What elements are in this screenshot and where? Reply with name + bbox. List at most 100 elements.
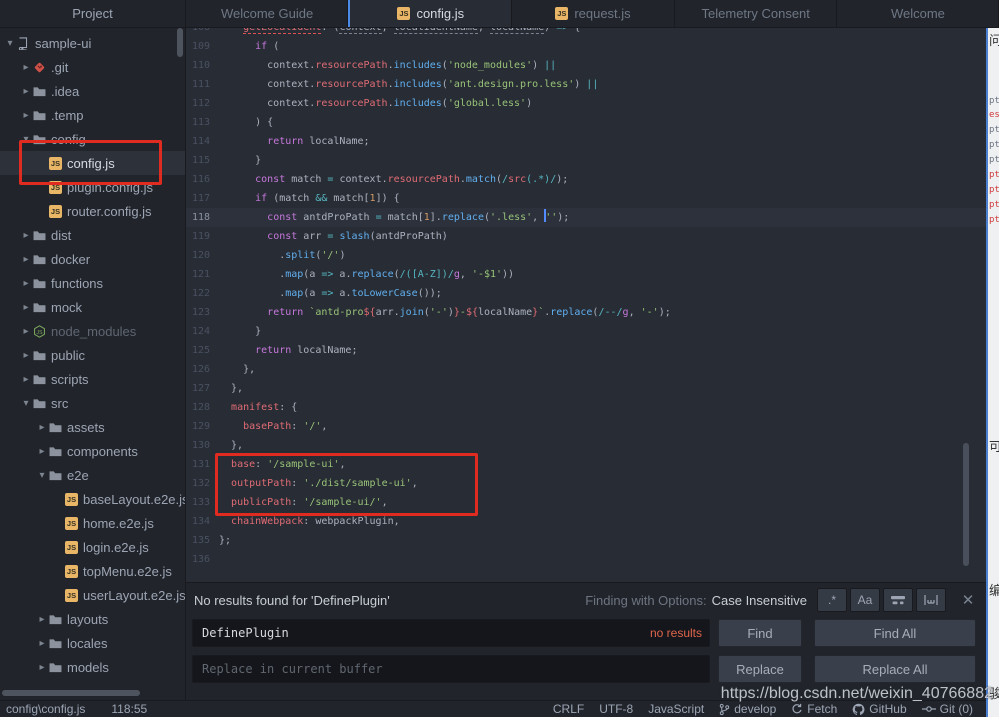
tree-item-topmenu-e2e-js[interactable]: JS topMenu.e2e.js <box>0 559 185 583</box>
tab-telemetry-consent[interactable]: Telemetry Consent <box>675 0 837 27</box>
status-git-0[interactable]: Git (0) <box>921 702 973 716</box>
sync-icon <box>791 703 803 715</box>
chevron-down-icon[interactable]: ▾ <box>19 398 33 409</box>
status-fetch[interactable]: Fetch <box>791 702 837 716</box>
chevron-right-icon[interactable]: ▸ <box>35 638 49 649</box>
replace-all-button[interactable]: Replace All <box>814 655 976 683</box>
status-crlf[interactable]: CRLF <box>553 702 584 716</box>
tree-item-functions[interactable]: ▸ functions <box>0 271 185 295</box>
background-text-fragment: pt <box>989 140 999 150</box>
find-input[interactable] <box>192 619 710 647</box>
tree-item-scripts[interactable]: ▸ scripts <box>0 367 185 391</box>
replace-input[interactable] <box>192 655 710 683</box>
close-icon[interactable]: ✕ <box>958 591 978 609</box>
chevron-right-icon[interactable]: ▸ <box>19 374 33 385</box>
line-number: 112 <box>191 98 210 109</box>
chevron-right-icon[interactable]: ▸ <box>19 110 33 121</box>
tree-item-login-e2e-js[interactable]: JS login.e2e.js <box>0 535 185 559</box>
tree-item-node-modules[interactable]: ▸ JS node_modules <box>0 319 185 343</box>
chevron-right-icon[interactable]: ▸ <box>35 446 49 457</box>
folder-icon <box>33 302 50 313</box>
chevron-right-icon[interactable]: ▸ <box>19 350 33 361</box>
line-number: 113 <box>191 117 210 128</box>
tree-item-public[interactable]: ▸ public <box>0 343 185 367</box>
find-button[interactable]: Find <box>718 619 802 647</box>
chevron-right-icon[interactable]: ▸ <box>35 614 49 625</box>
chevron-right-icon[interactable]: ▸ <box>19 254 33 265</box>
tree-item-baselayout-e2e-js[interactable]: JS baseLayout.e2e.js <box>0 487 185 511</box>
tab-label: Welcome <box>890 6 945 21</box>
tree-item-router-config-js[interactable]: JS router.config.js <box>0 199 185 223</box>
tree-item-locales[interactable]: ▸ locales <box>0 631 185 655</box>
tree-item-models[interactable]: ▸ models <box>0 655 185 679</box>
status-javascript[interactable]: JavaScript <box>648 702 704 716</box>
tree-item-userlayout-e2e-js[interactable]: JS userLayout.e2e.js <box>0 583 185 607</box>
chevron-right-icon[interactable]: ▸ <box>19 302 33 313</box>
status-develop[interactable]: develop <box>719 702 776 716</box>
code-text: .map(a => a.toLowerCase()); <box>219 288 442 299</box>
tree-item-home-e2e-js[interactable]: JS home.e2e.js <box>0 511 185 535</box>
background-text-fragment: pt <box>989 200 999 210</box>
tree-item-idea[interactable]: ▸ .idea <box>0 79 185 103</box>
status-cursor-position[interactable]: 118:55 <box>111 702 147 716</box>
code-text: getLocalIdent: (context, localIdentName,… <box>219 28 580 37</box>
chevron-right-icon[interactable]: ▸ <box>35 662 49 673</box>
tree-item-layouts[interactable]: ▸ layouts <box>0 607 185 631</box>
chevron-down-icon[interactable]: ▾ <box>3 38 17 49</box>
tree-item-components[interactable]: ▸ components <box>0 439 185 463</box>
tree-item-label: layouts <box>67 611 109 627</box>
whole-word-option-button[interactable] <box>916 588 946 612</box>
code-text: .map(a => a.replace(/([A-Z])/g, '-$1')) <box>219 269 515 280</box>
find-status-row: No results found for 'DefinePlugin' Find… <box>186 583 986 617</box>
chevron-right-icon[interactable]: ▸ <box>19 230 33 241</box>
chevron-right-icon[interactable]: ▸ <box>35 422 49 433</box>
commit-icon <box>921 704 936 714</box>
code-text: if (match && match[1]) { <box>255 193 400 204</box>
line-number: 130 <box>191 440 210 451</box>
status-file-path[interactable]: config\config.js <box>6 702 85 716</box>
tree-item-temp[interactable]: ▸ .temp <box>0 103 185 127</box>
line-number: 127 <box>191 383 210 394</box>
tree-item-e2e[interactable]: ▾ e2e <box>0 463 185 487</box>
js-file-icon: JS <box>49 204 66 218</box>
line-number: 128 <box>191 402 210 413</box>
tab-welcome-guide[interactable]: Welcome Guide <box>186 0 349 27</box>
tab-welcome[interactable]: Welcome <box>837 0 999 27</box>
tab-config-js[interactable]: JS config.js <box>348 0 513 27</box>
code-line-128: 128 manifest: { <box>186 398 986 417</box>
replace-button[interactable]: Replace <box>718 655 802 683</box>
chevron-right-icon[interactable]: ▸ <box>19 278 33 289</box>
tree-vertical-scrollbar[interactable] <box>177 28 183 57</box>
chevron-right-icon[interactable]: ▸ <box>19 62 33 73</box>
status-item-label: GitHub <box>869 702 907 716</box>
chevron-right-icon[interactable]: ▸ <box>19 326 33 337</box>
line-number: 109 <box>191 41 210 52</box>
find-all-button[interactable]: Find All <box>814 619 976 647</box>
tree-horizontal-scrollbar[interactable] <box>2 690 140 696</box>
tree-item-mock[interactable]: ▸ mock <box>0 295 185 319</box>
line-number: 120 <box>191 250 210 261</box>
js-file-icon: JS <box>49 204 62 218</box>
tree-item-src[interactable]: ▾ src <box>0 391 185 415</box>
tree-item-dist[interactable]: ▸ dist <box>0 223 185 247</box>
status-utf-8[interactable]: UTF-8 <box>599 702 633 716</box>
chevron-right-icon[interactable]: ▸ <box>19 86 33 97</box>
code-line-135: 135}; <box>186 531 986 550</box>
status-github[interactable]: GitHub <box>852 702 907 716</box>
status-item-label: Git (0) <box>939 702 973 716</box>
background-text-fragment: pt <box>989 170 999 180</box>
folder-icon <box>33 86 50 97</box>
tree-item-git[interactable]: ▸ .git <box>0 55 185 79</box>
chevron-down-icon[interactable]: ▾ <box>35 470 49 481</box>
annotation-rect-config-js <box>19 140 162 185</box>
tab-request-js[interactable]: JS request.js <box>512 0 675 27</box>
tree-item-docker[interactable]: ▸ docker <box>0 247 185 271</box>
case-sensitive-option-button[interactable]: Aa <box>850 588 880 612</box>
selection-only-option-button[interactable] <box>883 588 913 612</box>
code-text: context.resourcePath.includes('ant.desig… <box>219 79 599 90</box>
code-text: const antdProPath = match[1].replace('.l… <box>219 208 569 227</box>
tree-item-assets[interactable]: ▸ assets <box>0 415 185 439</box>
tree-item-sample-ui[interactable]: ▾ sample-ui <box>0 31 185 55</box>
editor-vertical-scrollbar[interactable] <box>963 443 969 566</box>
regex-option-button[interactable]: .* <box>817 588 847 612</box>
